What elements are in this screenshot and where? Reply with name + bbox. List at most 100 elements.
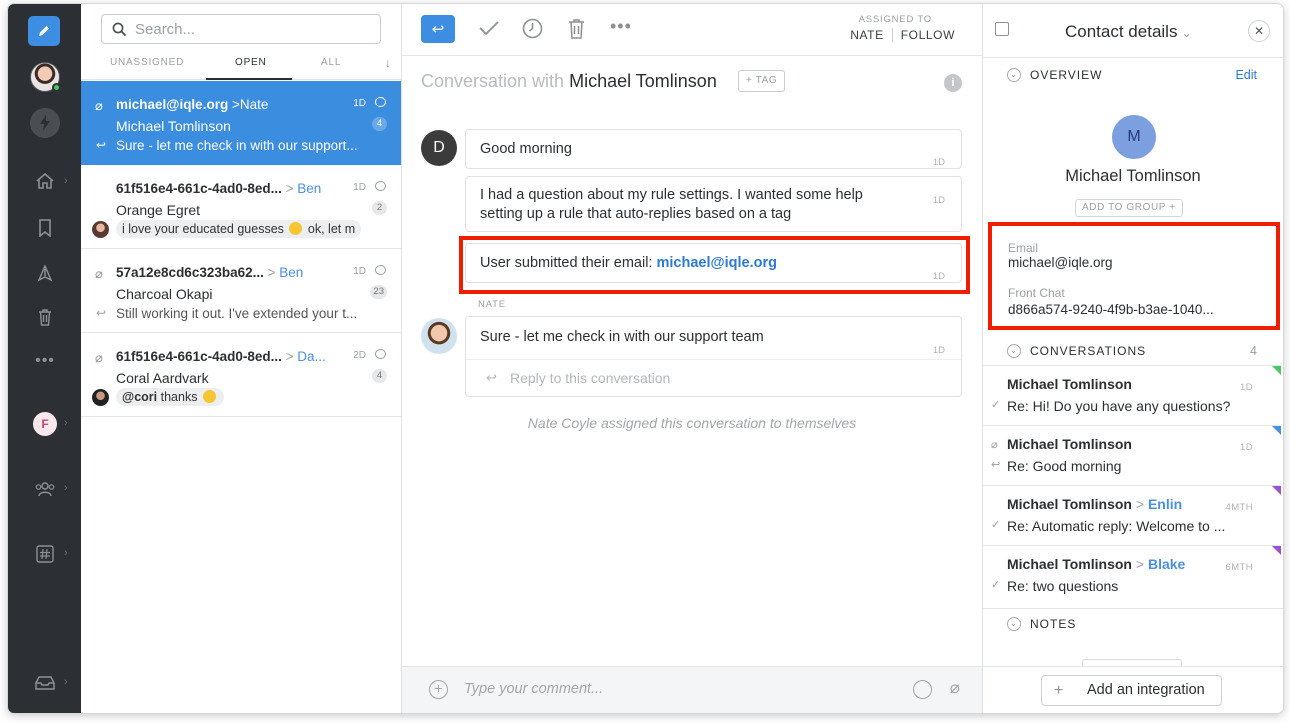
conversation-subject: 61f516e4-661c-4ad0-8ed... > Da... bbox=[116, 349, 326, 364]
add-tag-button[interactable]: + TAG bbox=[738, 70, 786, 92]
search-input[interactable]: Search... bbox=[101, 14, 381, 44]
reply-arrow-icon: ↩ bbox=[431, 21, 445, 38]
conversation-contact: Charcoal Okapi bbox=[116, 286, 213, 302]
home-button[interactable] bbox=[28, 164, 62, 198]
emoji-picker-icon[interactable] bbox=[913, 680, 932, 699]
home-icon bbox=[36, 172, 54, 189]
info-icon[interactable]: i bbox=[944, 74, 962, 92]
chat-icon bbox=[375, 181, 386, 191]
system-note: Nate Coyle assigned this conversation to… bbox=[527, 415, 857, 431]
conversation-subject: 57a12e8cd6c323ba62... > Ben bbox=[116, 265, 304, 280]
tab-unassigned[interactable]: UNASSIGNED bbox=[110, 57, 184, 68]
reply-placeholder: Reply to this conversation bbox=[510, 370, 671, 386]
conversation-subject: 61f516e4-661c-4ad0-8ed... > Ben bbox=[116, 181, 322, 196]
compose-button[interactable] bbox=[28, 16, 60, 46]
app-window: › ••• F › › › › Search... UNASSIGNED OPE… bbox=[8, 4, 1283, 713]
related-conversation[interactable]: ✓ Michael Tomlinson > Blake 6MTH Re: two… bbox=[983, 545, 1281, 605]
attachment-icon[interactable]: ⌀ bbox=[950, 678, 960, 698]
trash-icon[interactable] bbox=[568, 18, 585, 39]
conversations-section-header[interactable]: ⌄ CONVERSATIONS 4 bbox=[983, 336, 1283, 366]
add-integration-button[interactable]: + Add an integration bbox=[1041, 675, 1222, 706]
contact-name: Michael Tomlinson bbox=[1065, 167, 1201, 185]
more-icon[interactable]: ••• bbox=[28, 344, 62, 378]
bookmarks-button[interactable] bbox=[28, 211, 62, 245]
related-conversation[interactable]: ⌀ ↩ Michael Tomlinson 1D Re: Good mornin… bbox=[983, 425, 1281, 485]
panel-title-dropdown[interactable]: Contact details ⌄ bbox=[1065, 22, 1192, 42]
teammates-button[interactable] bbox=[28, 472, 62, 506]
list-item[interactable]: ⌀ michael@iqle.org >Nate 1D Michael Toml… bbox=[81, 81, 401, 165]
list-item[interactable]: 61f516e4-661c-4ad0-8ed... > Ben 1D Orang… bbox=[81, 165, 401, 249]
notes-section-header[interactable]: ⌄ NOTES bbox=[983, 608, 1283, 638]
add-to-group-button[interactable]: ADD TO GROUP + bbox=[1075, 199, 1183, 217]
spam-icon bbox=[37, 265, 53, 282]
conversation-time: 1D bbox=[353, 98, 366, 109]
copy-icon[interactable] bbox=[995, 22, 1009, 36]
conversation-time: 1D bbox=[353, 266, 366, 277]
tab-open[interactable]: OPEN bbox=[235, 57, 267, 68]
reply-arrow-icon: ↩ bbox=[486, 370, 497, 385]
status-check-icon: ✓ bbox=[991, 399, 1001, 411]
conversation-preview: @cori thanks bbox=[116, 388, 224, 406]
tag-corner bbox=[1272, 486, 1281, 495]
customer-avatar: D bbox=[421, 130, 457, 166]
related-conversation[interactable]: ✓ Michael Tomlinson 1D Re: Hi! Do you ha… bbox=[983, 365, 1281, 425]
message-bubble[interactable]: Good morning 1D bbox=[465, 129, 962, 169]
channels-button[interactable] bbox=[28, 537, 62, 571]
list-item[interactable]: ⌀ 61f516e4-661c-4ad0-8ed... > Da... 2D C… bbox=[81, 333, 401, 417]
tray-chevron-icon: › bbox=[64, 676, 68, 688]
follow-button[interactable]: FOLLOW bbox=[893, 28, 963, 42]
assignment-controls: NATE FOLLOW bbox=[842, 28, 963, 42]
snooze-clock-icon[interactable] bbox=[522, 18, 543, 39]
contact-panel-header: Contact details ⌄ ✕ bbox=[983, 4, 1283, 58]
conversation-subject: Re: Good morning bbox=[1007, 458, 1122, 474]
contact-details-panel: Contact details ⌄ ✕ ⌄ OVERVIEW Edit M Mic… bbox=[983, 4, 1283, 713]
close-icon[interactable]: ✕ bbox=[1248, 20, 1270, 42]
inbox-tray-button[interactable] bbox=[28, 666, 62, 700]
add-comment-icon[interactable]: + bbox=[429, 680, 448, 699]
message-bubble[interactable]: I had a question about my rule settings.… bbox=[465, 176, 962, 232]
attachment-icon: ⌀ bbox=[95, 266, 103, 281]
avatar bbox=[30, 62, 61, 92]
search-icon bbox=[112, 22, 127, 36]
search-placeholder: Search... bbox=[135, 20, 196, 38]
message-text: I had a question about my rule settings.… bbox=[480, 187, 863, 222]
tab-all[interactable]: ALL bbox=[321, 57, 341, 68]
attachment-icon: ⌀ bbox=[95, 350, 103, 365]
comment-input[interactable]: Type your comment... bbox=[464, 681, 603, 697]
reply-to-conversation[interactable]: ↩ Reply to this conversation bbox=[465, 359, 962, 397]
spam-button[interactable] bbox=[28, 257, 62, 291]
user-avatar[interactable] bbox=[28, 60, 62, 94]
archive-check-icon[interactable] bbox=[478, 18, 500, 38]
related-conversation[interactable]: ✓ Michael Tomlinson > Enlin 4MTH Re: Aut… bbox=[983, 485, 1281, 545]
reply-button[interactable]: ↩ bbox=[421, 15, 455, 43]
conversation-title: Conversation with Michael Tomlinson bbox=[421, 71, 717, 91]
edit-link[interactable]: Edit bbox=[1235, 68, 1257, 82]
status-check-icon: ✓ bbox=[991, 579, 1001, 591]
sender-avatar bbox=[92, 221, 109, 238]
list-item[interactable]: ⌀ 57a12e8cd6c323ba62... > Ben 1D Charcoa… bbox=[81, 249, 401, 333]
conversation-toolbar: ↩ ••• ASSIGNED TO NATE FOLLOW bbox=[402, 4, 982, 56]
chat-icon bbox=[375, 265, 386, 275]
conversation-contact: Michael Tomlinson bbox=[1007, 376, 1132, 392]
assignee-button[interactable]: NATE bbox=[842, 28, 893, 42]
conversations-count: 4 bbox=[1250, 344, 1257, 358]
team-icon bbox=[35, 482, 55, 497]
chat-icon bbox=[375, 349, 386, 359]
shared-inbox-f[interactable]: F bbox=[28, 407, 62, 441]
conversation-list-panel: Search... UNASSIGNED OPEN ALL ↓ ⌀ michae… bbox=[81, 4, 402, 713]
message-bubble[interactable]: Sure - let me check in with our support … bbox=[465, 316, 962, 360]
home-chevron-icon: › bbox=[64, 175, 68, 187]
more-actions-icon[interactable]: ••• bbox=[610, 16, 632, 37]
conversation-subject: Re: Automatic reply: Welcome to ... bbox=[1007, 518, 1226, 534]
integration-bar: + Add an integration bbox=[983, 666, 1283, 713]
conversation-preview: Sure - let me check in with our support.… bbox=[116, 138, 358, 153]
overview-section-header[interactable]: ⌄ OVERVIEW Edit bbox=[983, 60, 1283, 90]
message-text: Good morning bbox=[480, 141, 572, 157]
message-count-badge: 2 bbox=[372, 201, 387, 215]
sort-arrow-icon[interactable]: ↓ bbox=[385, 55, 392, 70]
trash-button[interactable] bbox=[28, 300, 62, 334]
conversation-contact: Michael Tomlinson bbox=[116, 118, 231, 134]
activity-button[interactable] bbox=[28, 106, 62, 140]
highlight-box bbox=[988, 222, 1280, 330]
reply-icon: ↩ bbox=[96, 138, 107, 152]
